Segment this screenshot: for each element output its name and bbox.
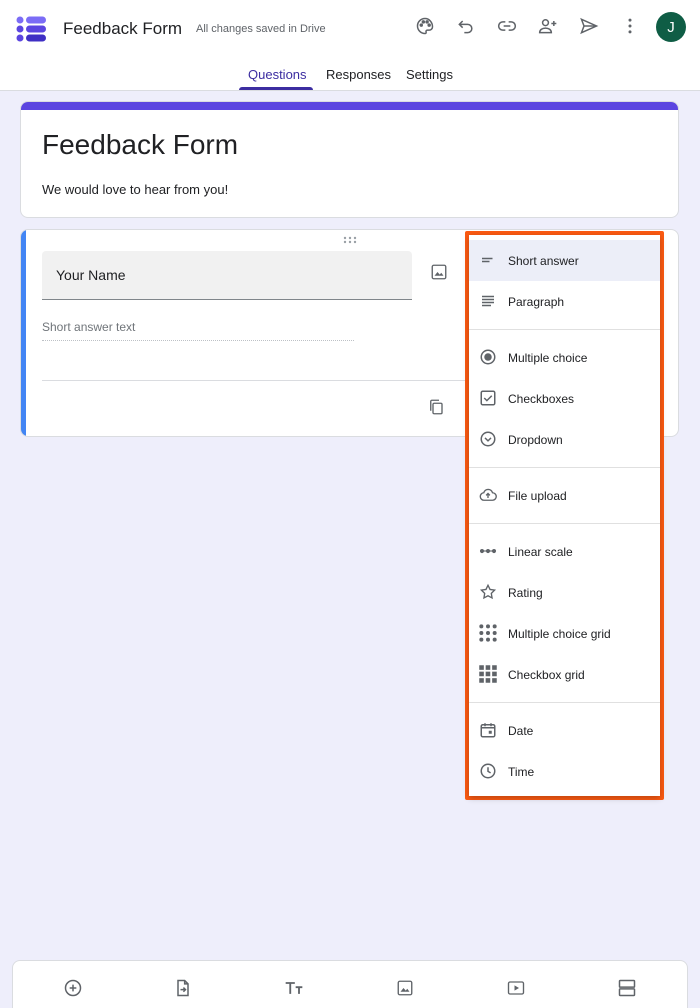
forms-logo-icon[interactable] bbox=[14, 13, 48, 45]
paragraph-icon bbox=[478, 291, 498, 311]
menu-item-file-upload[interactable]: File upload bbox=[469, 475, 660, 516]
menu-item-label: Rating bbox=[508, 585, 543, 600]
drag-handle-icon[interactable] bbox=[343, 236, 357, 247]
menu-item-checkbox-grid[interactable]: Checkbox grid bbox=[469, 654, 660, 695]
question-title: Your Name bbox=[56, 267, 126, 283]
dropdown-circle-icon bbox=[478, 429, 498, 449]
more-vert-icon[interactable] bbox=[618, 14, 642, 38]
app-title[interactable]: Feedback Form bbox=[63, 19, 182, 39]
menu-item-paragraph[interactable]: Paragraph bbox=[469, 281, 660, 322]
star-icon bbox=[478, 582, 498, 602]
send-icon[interactable] bbox=[577, 14, 601, 38]
menu-divider bbox=[469, 329, 660, 330]
avatar[interactable]: J bbox=[656, 12, 686, 42]
duplicate-icon[interactable] bbox=[425, 396, 447, 418]
top-bar: Feedback Form All changes saved in Drive… bbox=[0, 0, 700, 91]
menu-item-label: Checkbox grid bbox=[508, 667, 585, 682]
menu-item-label: Checkboxes bbox=[508, 391, 575, 406]
cloud-upload-icon bbox=[478, 485, 498, 505]
menu-item-multiple-choice-grid[interactable]: Multiple choice grid bbox=[469, 613, 660, 654]
menu-divider bbox=[469, 467, 660, 468]
active-question-bar bbox=[21, 230, 26, 436]
menu-divider bbox=[469, 702, 660, 703]
radio-button-icon bbox=[478, 347, 498, 367]
menu-item-rating[interactable]: Rating bbox=[469, 572, 660, 613]
save-status: All changes saved in Drive bbox=[196, 23, 326, 35]
tab-responses[interactable]: Responses bbox=[326, 67, 391, 82]
tab-settings[interactable]: Settings bbox=[406, 67, 453, 82]
question-title-input[interactable]: Your Name bbox=[42, 251, 412, 300]
add-image-icon[interactable] bbox=[394, 977, 416, 999]
menu-item-label: Dropdown bbox=[508, 432, 563, 447]
tab-bar: Questions Responses Settings bbox=[0, 62, 700, 91]
short-answer-icon bbox=[478, 250, 498, 270]
linear-scale-icon bbox=[478, 541, 498, 561]
checkbox-icon bbox=[478, 388, 498, 408]
menu-item-dropdown[interactable]: Dropdown bbox=[469, 419, 660, 460]
palette-icon[interactable] bbox=[413, 14, 437, 38]
menu-item-label: Paragraph bbox=[508, 294, 565, 309]
form-accent-bar bbox=[21, 102, 678, 110]
menu-item-label: File upload bbox=[508, 488, 567, 503]
add-video-icon[interactable] bbox=[505, 977, 527, 999]
menu-item-label: Short answer bbox=[508, 253, 579, 268]
menu-item-label: Multiple choice grid bbox=[508, 626, 611, 641]
menu-item-checkboxes[interactable]: Checkboxes bbox=[469, 378, 660, 419]
calendar-icon bbox=[478, 720, 498, 740]
menu-item-multiple-choice[interactable]: Multiple choice bbox=[469, 337, 660, 378]
form-title-card: Feedback Form We would love to hear from… bbox=[20, 101, 679, 218]
square-grid-icon bbox=[478, 664, 498, 684]
menu-item-linear-scale[interactable]: Linear scale bbox=[469, 531, 660, 572]
menu-item-short-answer[interactable]: Short answer bbox=[469, 240, 660, 281]
active-tab-indicator bbox=[239, 87, 313, 90]
dot-grid-icon bbox=[478, 623, 498, 643]
tab-questions[interactable]: Questions bbox=[248, 67, 307, 82]
add-section-icon[interactable] bbox=[616, 977, 638, 999]
menu-item-label: Time bbox=[508, 764, 535, 779]
form-description[interactable]: We would love to hear from you! bbox=[42, 182, 228, 197]
add-collaborator-icon[interactable] bbox=[536, 14, 560, 38]
add-question-icon[interactable] bbox=[62, 977, 84, 999]
bottom-toolbar bbox=[12, 960, 688, 1008]
add-image-icon[interactable] bbox=[428, 261, 450, 283]
form-title[interactable]: Feedback Form bbox=[42, 129, 238, 161]
menu-item-date[interactable]: Date bbox=[469, 710, 660, 751]
menu-item-label: Linear scale bbox=[508, 544, 573, 559]
menu-item-label: Date bbox=[508, 723, 534, 738]
add-title-icon[interactable] bbox=[283, 977, 305, 999]
menu-item-label: Multiple choice bbox=[508, 350, 588, 365]
menu-divider bbox=[469, 523, 660, 524]
short-answer-placeholder: Short answer text bbox=[42, 320, 354, 341]
import-questions-icon[interactable] bbox=[172, 977, 194, 999]
link-icon[interactable] bbox=[495, 14, 519, 38]
question-type-menu[interactable]: Short answer Paragraph Multiple choice C… bbox=[469, 235, 660, 796]
undo-icon[interactable] bbox=[454, 14, 478, 38]
clock-icon bbox=[478, 761, 498, 781]
menu-item-time[interactable]: Time bbox=[469, 751, 660, 792]
